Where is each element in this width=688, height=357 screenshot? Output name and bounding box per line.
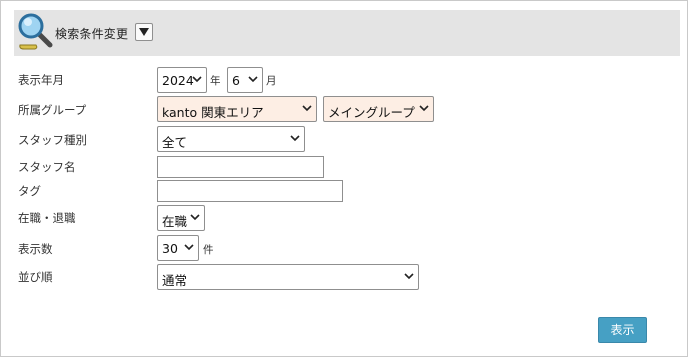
label-department: 所属グループ [18, 103, 87, 117]
chevron-down-icon [184, 244, 194, 251]
group-select-1[interactable]: kanto 関東エリア [157, 96, 317, 122]
year-select-value: 2024 [162, 73, 194, 88]
toggle-search-button[interactable] [135, 23, 153, 41]
sort-order-select-value: 通常 [162, 273, 188, 288]
employment-select[interactable]: 在職 [157, 205, 205, 231]
triangle-down-icon [139, 28, 149, 36]
chevron-down-icon [192, 76, 202, 83]
staff-type-select-value: 全て [162, 135, 188, 150]
label-staff-name: スタッフ名 [18, 160, 76, 174]
label-sort-order: 並び順 [18, 270, 53, 284]
chevron-down-icon [419, 105, 429, 112]
staff-type-select[interactable]: 全て [157, 126, 305, 152]
year-select[interactable]: 2024 [157, 67, 207, 93]
label-year-month: 表示年月 [18, 73, 64, 87]
month-select-value: 6 [232, 73, 240, 88]
month-unit: 月 [266, 75, 277, 87]
label-staff-type: スタッフ種別 [18, 133, 87, 147]
chevron-down-icon [404, 273, 414, 280]
display-count-select-value: 30 [162, 241, 178, 256]
display-count-select[interactable]: 30 [157, 235, 199, 261]
display-count-unit: 件 [203, 244, 214, 256]
month-select[interactable]: 6 [227, 67, 263, 93]
display-button[interactable]: 表示 [598, 317, 647, 343]
label-tag: タグ [18, 184, 41, 198]
search-panel: 検索条件変更 表示年月 2024 年 6 月 所属グループ kanto 関東エリ… [0, 0, 688, 357]
label-employment: 在職・退職 [18, 211, 76, 225]
group-select-1-value: kanto 関東エリア [162, 105, 264, 120]
employment-select-value: 在職 [162, 214, 188, 229]
tag-input[interactable] [157, 180, 343, 202]
chevron-down-icon [302, 105, 312, 112]
header-title: 検索条件変更 [55, 27, 129, 41]
chevron-down-icon [248, 76, 258, 83]
label-display-count: 表示数 [18, 242, 53, 256]
search-header: 検索条件変更 [14, 10, 680, 56]
group-select-2[interactable]: メイングループ [323, 96, 434, 122]
chevron-down-icon [190, 214, 200, 221]
group-select-2-value: メイングループ [328, 105, 415, 120]
sort-order-select[interactable]: 通常 [157, 264, 419, 290]
chevron-down-icon [290, 135, 300, 142]
magnifier-icon [18, 13, 53, 50]
year-unit: 年 [210, 75, 221, 87]
staff-name-input[interactable] [157, 156, 324, 178]
